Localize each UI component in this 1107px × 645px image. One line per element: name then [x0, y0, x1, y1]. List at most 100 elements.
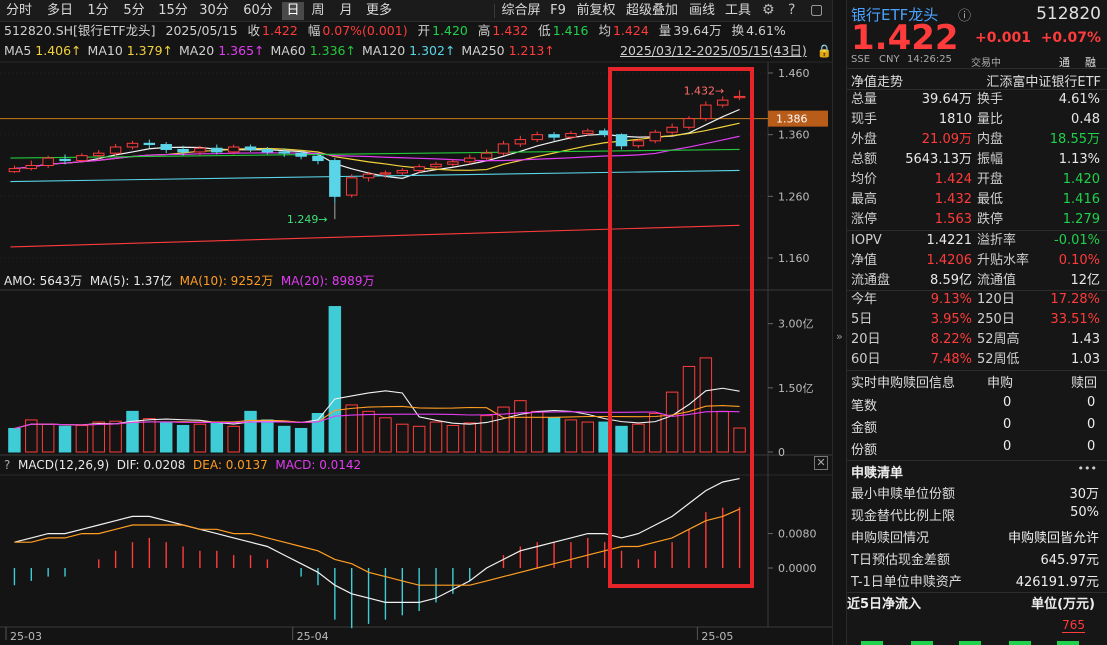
toolbar-button-2[interactable]: 前复权 [574, 2, 618, 20]
ma-line-10 [14, 122, 740, 171]
stat-value: 0.48 [1071, 112, 1100, 127]
amo-bar [227, 425, 240, 453]
status-item-0: SSE [851, 54, 871, 65]
amo-bar [362, 410, 375, 453]
perf-value: 9.13% [930, 292, 972, 307]
toolbar-button-3[interactable]: 超级叠加 [622, 2, 682, 20]
price-tick-label: 1.460 [778, 67, 810, 80]
ma-label-3: MA60 [270, 43, 310, 58]
help-icon[interactable]: ? [4, 458, 10, 472]
toolbar-button-5[interactable]: 工具 [724, 2, 752, 20]
amo-bar [8, 427, 21, 453]
perf-value: 33.51% [1050, 312, 1100, 327]
settings-icon[interactable]: ⚙ [762, 2, 775, 18]
perf-label: 250日 [977, 312, 1015, 327]
candle-body [396, 169, 409, 174]
period-toolbar: 分时 多日 1分 5分 15分 30分 60分日周月更多 综合屏 F9 前复权 超级叠加 画线 工具 ⚙?… [0, 0, 832, 22]
macd-tick-label: 0.0000 [778, 562, 817, 575]
candle-body [345, 177, 358, 196]
tab-period-0[interactable]: 分时 [4, 2, 34, 20]
perf-label: 60日 [851, 352, 881, 367]
window-icon[interactable]: ▢ [810, 2, 823, 18]
list-label: 申购赎回情况 [851, 531, 930, 546]
toolbar-divider [494, 4, 495, 18]
low-marker-label: 1.249→ [287, 213, 328, 226]
perf-row: 60日 7.48% 52周低 1.03 [847, 350, 1107, 370]
candle-body [531, 134, 543, 141]
stat-row: 现手 1810 量比 0.48 [847, 110, 1107, 130]
etf-label: IOPV [851, 233, 882, 248]
info-icon[interactable]: ⓘ [958, 5, 971, 24]
tab-period-2[interactable]: 1分 [84, 2, 112, 20]
perf-label: 120日 [977, 292, 1015, 307]
stat-label: 跌停 [977, 212, 1004, 227]
ma-value-4: 1.302↑ [409, 43, 456, 58]
list-value: 645.97元 [1040, 553, 1100, 568]
tab-period-10[interactable]: 更多 [362, 2, 396, 20]
realtime-redeem-value: 0 [1087, 417, 1096, 432]
inflow-bar [861, 641, 883, 645]
macd-line: ? MACD(12,26,9) DIF: 0.0208 DEA: 0.0137 … [4, 458, 361, 472]
perf-label: 52周低 [977, 352, 1020, 367]
list-label: 最小申赎单位份额 [851, 487, 956, 502]
etf-label: 流通值 [977, 273, 1017, 288]
toolbar-button-1[interactable]: F9 [546, 2, 570, 20]
turn-label: 换 [731, 23, 745, 38]
tab-period-6[interactable]: 60分 [240, 2, 276, 20]
tab-period-5[interactable]: 30分 [196, 2, 232, 20]
tab-period-9[interactable]: 月 [334, 2, 358, 20]
price-tick-label: 1.260 [778, 190, 810, 203]
candle-body [565, 132, 577, 138]
candle-body [329, 160, 341, 197]
tab-period-1[interactable]: 多日 [42, 2, 78, 20]
chart-area[interactable]: 1.460 1.360 1.260 1.160 1.386 1.432→ 1.249→ 3.0… [0, 0, 832, 645]
kline-svg[interactable]: 1.460 1.360 1.260 1.160 1.386 1.432→ 1.249→ 3.0… [0, 0, 832, 645]
inflow-unit: 单位(万元) [1031, 597, 1095, 612]
amo-bar [564, 419, 578, 453]
divider [847, 370, 1107, 371]
stat-row: 外盘 21.09万 内盘 18.55万 [847, 130, 1107, 150]
candle-body [59, 158, 71, 162]
more-icon[interactable]: ••• [1078, 462, 1097, 475]
etf-value: 0.10% [1058, 253, 1100, 268]
low-label: 低 [538, 23, 551, 38]
realtime-label: 份额 [851, 443, 878, 458]
tab-period-3[interactable]: 5分 [120, 2, 148, 20]
amo-bar [210, 421, 224, 453]
inflow-title: 近5日净流入 [847, 597, 922, 612]
date-range: 2025/03/12-2025/05/15(43日) 🔒 [620, 42, 838, 60]
candle-body [464, 157, 476, 163]
perf-row: 今年 9.13% 120日 17.28% [847, 290, 1107, 310]
nav-trend-link[interactable]: 净值走势 [851, 71, 903, 90]
perf-value: 7.48% [930, 352, 972, 367]
amo-bar [581, 421, 595, 453]
change-label: 幅 [307, 23, 321, 38]
tab-period-8[interactable]: 周 [306, 2, 330, 20]
right-panel: 银行ETF龙头 ⓘ 512820 1.422 +0.001 +0.07% SSE CNY 14:… [846, 0, 1107, 645]
candle-body [42, 157, 54, 167]
stat-value: 4.61% [1058, 92, 1100, 107]
lock-icon[interactable]: 🔒 [817, 43, 833, 58]
ma-label-1: MA10 [87, 43, 127, 58]
candle-body [582, 130, 594, 134]
perf-label: 今年 [851, 292, 878, 307]
code-name: 512820.SH[银行ETF龙头] [4, 23, 156, 38]
toolbar-button-0[interactable]: 综合屏 [500, 2, 542, 20]
collapse-panel-button[interactable]: » [832, 0, 846, 645]
help-circle-icon[interactable]: ? [788, 2, 795, 18]
inflow-bar [959, 641, 981, 645]
candle-body [413, 166, 425, 171]
realtime-title: 实时申购赎回信息 [851, 376, 956, 391]
etf-label: 升贴水率 [977, 253, 1030, 268]
tab-period-4[interactable]: 15分 [156, 2, 190, 20]
tab-period-7[interactable]: 日 [282, 2, 304, 20]
stat-label: 量比 [977, 112, 1004, 127]
date-range-text: 2025/03/12-2025/05/15(43日) [620, 43, 807, 58]
open-label: 开 [417, 23, 431, 38]
amo-ma20: MA(20): 8989万 [280, 274, 375, 288]
stat-label: 换手 [977, 92, 1004, 107]
amo-bar [345, 404, 358, 453]
close-icon[interactable]: ✕ [814, 456, 828, 470]
etf-row: IOPV 1.4221 溢折率 -0.01% [847, 231, 1107, 251]
toolbar-button-4[interactable]: 画线 [686, 2, 718, 20]
